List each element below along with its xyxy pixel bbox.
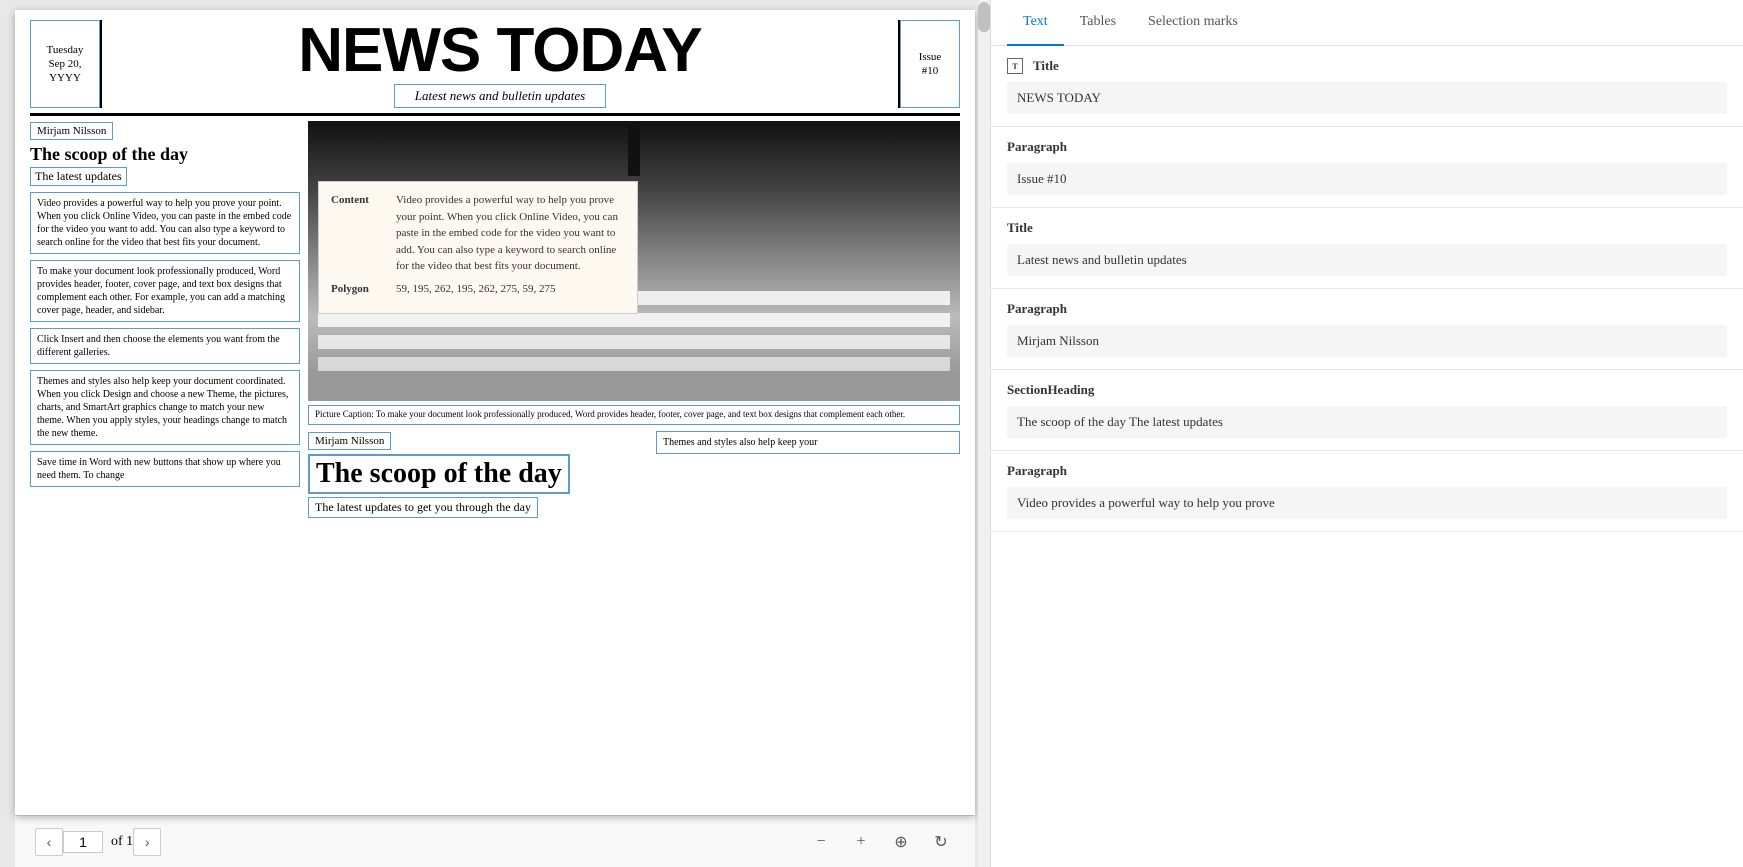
author-tag-1: Mirjam Nilsson xyxy=(30,122,113,140)
text-block-2: To make your document look professionall… xyxy=(30,260,300,322)
second-section: Mirjam Nilsson The scoop of the day The … xyxy=(308,431,960,522)
issue-box: Issue #10 xyxy=(900,20,960,108)
panel-value-6: Video provides a powerful way to help yo… xyxy=(1007,487,1727,519)
panel-value-5: The scoop of the day The latest updates xyxy=(1007,406,1727,438)
panel-section-header-6: Paragraph xyxy=(1007,463,1727,479)
page-number-input[interactable] xyxy=(63,831,103,853)
panel-section-6: Paragraph Video provides a powerful way … xyxy=(991,451,1743,532)
text-block-5: Save time in Word with new buttons that … xyxy=(30,451,300,487)
section-subheading-1: The latest updates xyxy=(30,167,127,186)
section-type-3: Title xyxy=(1007,220,1033,236)
right-panel: Text Tables Selection marks T Title NEWS… xyxy=(990,0,1743,867)
panel-section-3: Title Latest news and bulletin updates xyxy=(991,208,1743,289)
tooltip-content-2: 59, 195, 262, 195, 262, 275, 59, 275 xyxy=(396,281,625,298)
tab-selection-marks[interactable]: Selection marks xyxy=(1132,0,1254,46)
subtitle-box: Latest news and bulletin updates xyxy=(394,84,606,108)
section-type-5: SectionHeading xyxy=(1007,382,1094,398)
panel-tabs: Text Tables Selection marks xyxy=(991,0,1743,46)
fit-icon[interactable]: ⊕ xyxy=(887,828,915,856)
panel-value-1: NEWS TODAY xyxy=(1007,82,1727,114)
title-icon-1: T xyxy=(1007,58,1023,74)
tooltip-label-1: Content xyxy=(331,192,396,275)
right-column: Content Video provides a powerful way to… xyxy=(308,121,960,731)
next-page-button[interactable]: › xyxy=(133,828,161,856)
content-area: Mirjam Nilsson The scoop of the day The … xyxy=(30,121,960,731)
zoom-in-icon[interactable]: + xyxy=(847,828,875,856)
second-section-left: Mirjam Nilsson The scoop of the day The … xyxy=(308,431,648,522)
stripe-3 xyxy=(318,335,950,349)
zoom-out-icon[interactable]: − xyxy=(807,828,835,856)
document-viewer: Tuesday Sep 20, YYYY NEWS TODAY Latest n… xyxy=(0,0,990,867)
panel-section-5: SectionHeading The scoop of the day The … xyxy=(991,370,1743,451)
date-box: Tuesday Sep 20, YYYY xyxy=(30,20,100,108)
tooltip-content-1: Video provides a powerful way to help yo… xyxy=(396,192,625,275)
text-block-1: Video provides a powerful way to help yo… xyxy=(30,192,300,254)
big-section-subheading: The latest updates to get you through th… xyxy=(308,497,538,518)
panel-section-2: Paragraph Issue #10 xyxy=(991,127,1743,208)
prev-page-button[interactable]: ‹ xyxy=(35,828,63,856)
panel-section-header-2: Paragraph xyxy=(1007,139,1727,155)
panel-section-header-5: SectionHeading xyxy=(1007,382,1727,398)
panel-section-4: Paragraph Mirjam Nilsson xyxy=(991,289,1743,370)
tab-tables[interactable]: Tables xyxy=(1064,0,1132,46)
figure-legs xyxy=(628,126,640,176)
issue-text: Issue #10 xyxy=(909,50,951,79)
newspaper-header: Tuesday Sep 20, YYYY NEWS TODAY Latest n… xyxy=(30,20,960,116)
panel-section-1: T Title NEWS TODAY xyxy=(991,46,1743,127)
tooltip-popup: Content Video provides a powerful way to… xyxy=(318,181,638,314)
text-block-6: Themes and styles also help keep your xyxy=(656,431,960,454)
panel-section-header-3: Title xyxy=(1007,220,1727,236)
stripe-4 xyxy=(318,357,950,371)
panel-section-header-1: T Title xyxy=(1007,58,1727,74)
section-type-4: Paragraph xyxy=(1007,301,1067,317)
text-block-4: Themes and styles also help keep your do… xyxy=(30,370,300,445)
section-heading-1: The scoop of the day xyxy=(30,144,300,165)
big-section-heading: The scoop of the day xyxy=(308,454,570,494)
crosswalk-image: Content Video provides a powerful way to… xyxy=(308,121,960,401)
page-of-text: of 1 xyxy=(111,834,133,850)
doc-toolbar: ‹ of 1 › − + ⊕ ↻ xyxy=(15,815,975,867)
doc-page: Tuesday Sep 20, YYYY NEWS TODAY Latest n… xyxy=(15,10,975,815)
panel-value-2: Issue #10 xyxy=(1007,163,1727,195)
panel-content: T Title NEWS TODAY Paragraph Issue #10 T… xyxy=(991,46,1743,867)
stripe-2 xyxy=(318,313,950,327)
left-column: Mirjam Nilsson The scoop of the day The … xyxy=(30,121,300,731)
panel-section-header-4: Paragraph xyxy=(1007,301,1727,317)
rotate-icon[interactable]: ↻ xyxy=(927,828,955,856)
tooltip-label-2: Polygon xyxy=(331,281,396,298)
second-section-right: Themes and styles also help keep your xyxy=(656,431,960,522)
picture-caption: Picture Caption: To make your document l… xyxy=(308,405,960,425)
toolbar-icons: − + ⊕ ↻ xyxy=(807,828,955,856)
author-tag-2: Mirjam Nilsson xyxy=(308,432,391,450)
newspaper-content: Tuesday Sep 20, YYYY NEWS TODAY Latest n… xyxy=(15,10,975,815)
panel-value-4: Mirjam Nilsson xyxy=(1007,325,1727,357)
page-info: of 1 xyxy=(63,831,133,853)
text-block-3: Click Insert and then choose the element… xyxy=(30,328,300,364)
tooltip-row-2: Polygon 59, 195, 262, 195, 262, 275, 59,… xyxy=(331,281,625,298)
section-type-6: Paragraph xyxy=(1007,463,1067,479)
section-type-1: Title xyxy=(1033,58,1059,74)
newspaper-title: NEWS TODAY xyxy=(298,20,701,82)
tab-text[interactable]: Text xyxy=(1007,0,1064,46)
section-type-2: Paragraph xyxy=(1007,139,1067,155)
title-center: NEWS TODAY Latest news and bulletin upda… xyxy=(100,20,900,108)
tooltip-row-1: Content Video provides a powerful way to… xyxy=(331,192,625,275)
panel-value-3: Latest news and bulletin updates xyxy=(1007,244,1727,276)
